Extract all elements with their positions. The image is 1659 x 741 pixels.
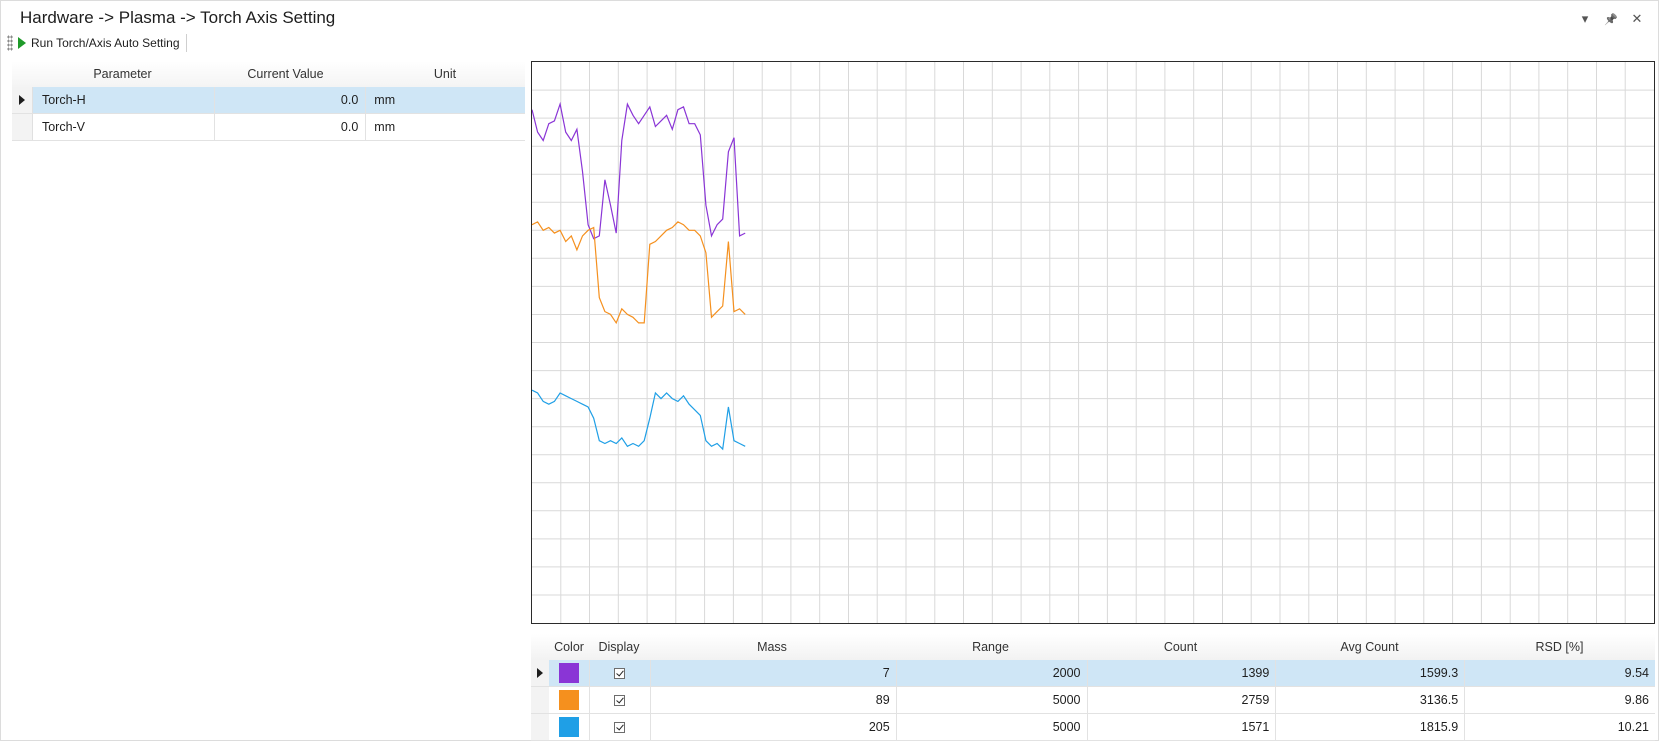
header-display[interactable]: Display [589, 634, 649, 660]
color-swatch[interactable] [558, 717, 579, 737]
current-row-arrow-icon [536, 668, 543, 678]
row-selector[interactable] [12, 114, 33, 140]
cell-mass[interactable]: 7 [649, 660, 896, 686]
cell-color[interactable] [549, 714, 589, 740]
row-selector[interactable] [531, 687, 549, 713]
header-range[interactable]: Range [895, 634, 1086, 660]
header-count[interactable]: Count [1086, 634, 1275, 660]
dropdown-icon[interactable]: ▾ [1578, 11, 1592, 27]
cell-display[interactable] [588, 714, 650, 740]
mass-table: Color Display Mass Range Count Avg Count… [531, 634, 1655, 741]
row-indicator-header [12, 61, 32, 87]
table-row[interactable]: 7 2000 1399 1599.3 9.54 [531, 660, 1655, 687]
table-row[interactable]: 89 5000 2759 3136.5 9.86 [531, 687, 1655, 714]
run-button-label: Run Torch/Axis Auto Setting [31, 36, 180, 50]
cell-parameter[interactable]: Torch-H [33, 93, 214, 107]
table-row[interactable]: 205 5000 1571 1815.9 10.21 [531, 714, 1655, 741]
cell-rsd: 9.86 [1464, 687, 1655, 713]
cell-avg-count: 1815.9 [1275, 714, 1464, 740]
header-parameter[interactable]: Parameter [32, 67, 213, 81]
table-row[interactable]: Torch-V 0.0 mm [12, 114, 525, 141]
window-controls: ▾ 📌 ✕ [1578, 11, 1644, 27]
row-selector[interactable] [531, 714, 549, 740]
cell-avg-count: 1599.3 [1275, 660, 1464, 686]
header-current-value[interactable]: Current Value [213, 61, 365, 87]
toolbar: Run Torch/Axis Auto Setting [7, 33, 187, 53]
play-icon [18, 37, 26, 49]
cell-range[interactable]: 5000 [895, 687, 1087, 713]
cell-color[interactable] [549, 687, 589, 713]
cell-display[interactable] [588, 660, 650, 686]
cell-mass[interactable]: 205 [649, 714, 896, 740]
header-color[interactable]: Color [549, 634, 589, 660]
cell-mass[interactable]: 89 [649, 687, 896, 713]
cell-unit[interactable]: mm [365, 114, 525, 140]
parameter-table-header: Parameter Current Value Unit [12, 61, 525, 87]
series-line-0 [532, 101, 746, 240]
cell-rsd: 9.54 [1464, 660, 1655, 686]
cell-avg-count: 3136.5 [1275, 687, 1464, 713]
signal-chart[interactable] [531, 61, 1655, 624]
torch-axis-setting-window: Hardware -> Plasma -> Torch Axis Setting… [0, 0, 1659, 741]
cell-unit[interactable]: mm [365, 87, 525, 113]
series-line-1 [532, 221, 746, 325]
parameter-table: Parameter Current Value Unit Torch-H 0.0… [12, 61, 525, 141]
run-torch-axis-auto-setting-button[interactable]: Run Torch/Axis Auto Setting [18, 34, 187, 52]
cell-range[interactable]: 2000 [895, 660, 1087, 686]
row-selector[interactable] [531, 660, 549, 686]
cell-parameter[interactable]: Torch-V [33, 120, 214, 134]
cell-range[interactable]: 5000 [895, 714, 1087, 740]
cell-count: 1399 [1086, 660, 1276, 686]
cell-current-value[interactable]: 0.0 [213, 87, 366, 113]
display-checkbox[interactable] [614, 721, 626, 733]
row-selector[interactable] [12, 87, 33, 113]
cell-count: 2759 [1086, 687, 1276, 713]
mass-table-header: Color Display Mass Range Count Avg Count… [531, 634, 1655, 660]
cell-current-value[interactable]: 0.0 [213, 114, 366, 140]
header-mass[interactable]: Mass [649, 634, 895, 660]
color-swatch[interactable] [558, 690, 579, 710]
chart-plot-area [532, 62, 1654, 623]
window-title: Hardware -> Plasma -> Torch Axis Setting [20, 8, 336, 27]
cell-rsd: 10.21 [1464, 714, 1655, 740]
close-icon[interactable]: ✕ [1630, 11, 1644, 27]
current-row-arrow-icon [18, 95, 25, 105]
cell-display[interactable] [588, 687, 650, 713]
display-checkbox[interactable] [614, 694, 626, 706]
display-checkbox[interactable] [614, 667, 626, 679]
header-rsd[interactable]: RSD [%] [1464, 634, 1655, 660]
row-indicator-header [531, 634, 549, 660]
header-unit[interactable]: Unit [365, 61, 525, 87]
cell-color[interactable] [549, 660, 589, 686]
header-avg-count[interactable]: Avg Count [1275, 634, 1464, 660]
color-swatch[interactable] [558, 663, 579, 683]
cell-count: 1571 [1086, 714, 1276, 740]
toolbar-grip-icon[interactable] [7, 35, 13, 51]
table-row[interactable]: Torch-H 0.0 mm [12, 87, 525, 114]
mass-table-body: 7 2000 1399 1599.3 9.54 89 5000 2759 3136.5 9.86 2… [531, 660, 1655, 741]
pin-icon[interactable]: 📌 [1604, 13, 1618, 26]
